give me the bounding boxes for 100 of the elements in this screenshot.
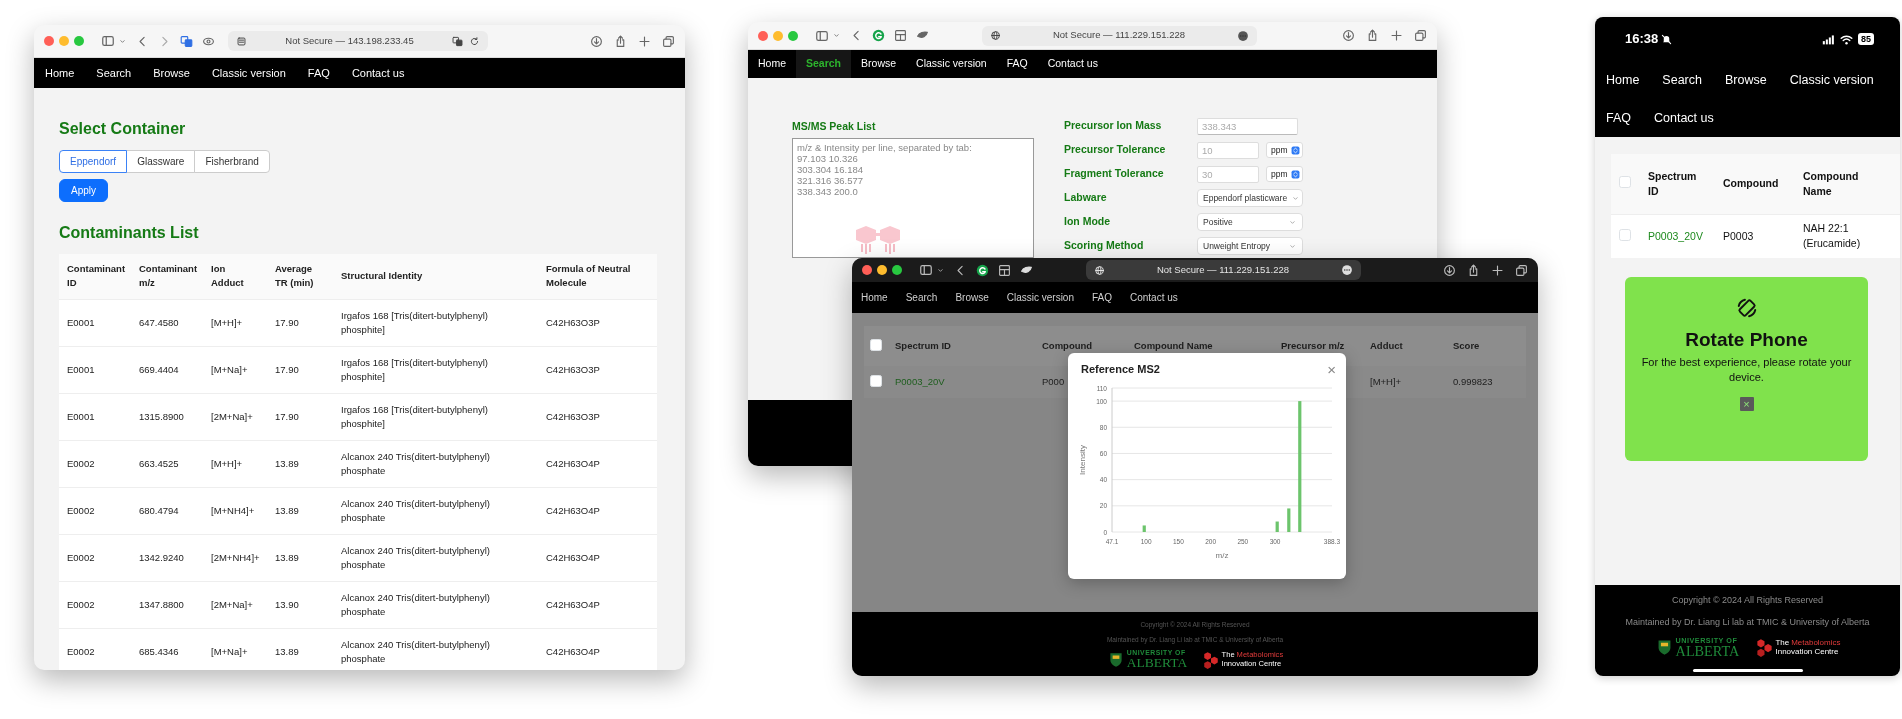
select-all-checkbox[interactable] (1619, 176, 1631, 189)
tabs-icon[interactable] (662, 34, 675, 48)
nav-link[interactable]: Contact us (340, 58, 416, 88)
table-cell: NAH 22:1 (Erucamide) (1803, 222, 1861, 250)
nav-link[interactable]: Contact us (1121, 282, 1187, 313)
row-checkbox[interactable] (870, 374, 882, 387)
reload-icon[interactable] (469, 35, 480, 47)
hexagon-cluster-icon (1754, 638, 1774, 658)
nav-link[interactable]: FAQ (1083, 282, 1121, 313)
nav-link[interactable]: Home (852, 282, 897, 313)
unit-select[interactable]: ppm (1266, 142, 1303, 158)
table-cell: [M+Na]+ (203, 346, 267, 393)
download-icon[interactable] (1443, 263, 1456, 277)
nav-link[interactable]: Classic version (906, 50, 997, 78)
window-close-button[interactable] (758, 30, 768, 41)
share-icon[interactable] (1467, 263, 1480, 277)
circle-logo-icon[interactable] (976, 263, 989, 277)
peak-list-field[interactable]: m/z & Intensity per line, separated by tab: 97.103 10.326 303.304 16.184 321.316 36.577 338.343 200.0 (792, 138, 1034, 258)
more-icon[interactable] (1237, 29, 1249, 42)
layout-icon[interactable] (894, 29, 907, 42)
new-tab-icon[interactable] (638, 34, 651, 48)
spectrum-link[interactable]: P0003_20V (1648, 229, 1703, 242)
battery-indicator: 85 (1858, 33, 1874, 45)
table-cell: C42H63O3P (538, 299, 657, 346)
container-tab[interactable]: Eppendorf (59, 150, 128, 173)
table-cell: Alcanox 240 Tris(ditert-butylphenyl) phosphate (333, 628, 538, 670)
tabs-icon[interactable] (1515, 263, 1528, 277)
table-cell: Irgafos 168 [Tris(ditert-butylphenyl) phosphite] (333, 346, 538, 393)
window-zoom-button[interactable] (892, 265, 902, 275)
table-cell: 13.89 (267, 534, 333, 581)
address-bar[interactable]: Not Secure — 111.229.151.228 (1086, 260, 1361, 280)
window-close-button[interactable] (862, 265, 872, 275)
table-cell: E0002 (59, 581, 131, 628)
nav-link[interactable]: Contact us (1037, 50, 1108, 78)
nav-link[interactable]: Home (1595, 61, 1652, 99)
nav-link[interactable]: Home (748, 50, 796, 78)
nav-link[interactable]: Contact us (1643, 99, 1726, 137)
rotate-phone-icon (1735, 297, 1758, 319)
container-tab[interactable]: Fisherbrand (194, 150, 270, 173)
window-minimize-button[interactable] (877, 265, 887, 275)
apply-button[interactable]: Apply (59, 179, 108, 202)
table-cell: 17.90 (267, 393, 333, 440)
dropdown[interactable]: Positive (1197, 213, 1303, 231)
translate-icon[interactable] (180, 34, 193, 48)
sidebar-icon[interactable] (101, 34, 115, 48)
unit-select[interactable]: ppm (1266, 166, 1303, 182)
new-tab-icon[interactable] (1390, 29, 1403, 42)
nav-link[interactable]: Browse (946, 282, 998, 313)
nav-link[interactable]: Browse (1713, 61, 1779, 99)
dropdown[interactable]: Unweight Entropy (1197, 237, 1303, 255)
table-cell: Alcanox 240 Tris(ditert-butylphenyl) phosphate (333, 487, 538, 534)
nav-link[interactable]: Home (34, 58, 86, 88)
nav-link[interactable]: Browse (142, 58, 201, 88)
nav-link[interactable]: Search (85, 58, 143, 88)
nav-link[interactable]: Classic version (997, 282, 1083, 313)
nav-link[interactable]: FAQ (296, 58, 341, 88)
nav-link[interactable]: Browse (851, 50, 907, 78)
download-icon[interactable] (1342, 29, 1355, 42)
nav-link[interactable]: Search (796, 50, 852, 78)
container-tab[interactable]: Glassware (126, 150, 196, 173)
table-cell: Alcanox 240 Tris(ditert-butylphenyl) phosphate (333, 581, 538, 628)
copyright-text: Copyright © 2024 All Rights Reserved (1671, 594, 1824, 607)
share-icon[interactable] (1366, 29, 1379, 42)
table-cell: C42H63O3P (538, 393, 657, 440)
table-cell: 685.4346 (131, 628, 203, 670)
globe-icon (990, 30, 1001, 41)
more-icon[interactable] (1341, 264, 1353, 276)
window-close-button[interactable] (44, 36, 54, 46)
translate-icon[interactable] (452, 35, 463, 47)
tolerance-field[interactable]: 30 (1197, 165, 1259, 183)
field-label: Precursor Ion Mass (1064, 118, 1163, 134)
table-cell: E0002 (59, 440, 131, 487)
select-all-checkbox[interactable] (870, 338, 882, 351)
logo-text: ALBERTA (1675, 644, 1740, 659)
table-cell: 17.90 (267, 346, 333, 393)
sidebar-icon[interactable] (815, 28, 829, 43)
stepper-icon (1290, 145, 1300, 155)
nav-link[interactable]: FAQ (996, 50, 1038, 78)
nav-link[interactable]: Classic version (1778, 61, 1886, 99)
table-cell: 17.90 (267, 299, 333, 346)
new-tab-icon[interactable] (1491, 263, 1504, 277)
table-cell: [M+H]+ (203, 299, 267, 346)
share-icon[interactable] (614, 34, 627, 48)
sidebar-icon[interactable] (919, 263, 933, 277)
tabs-icon[interactable] (1414, 29, 1427, 42)
address-bar[interactable]: Not Secure — 143.198.233.45 (228, 31, 488, 51)
nav-link[interactable]: Classic version (200, 58, 297, 88)
row-checkbox[interactable] (1619, 228, 1631, 241)
precursor-mass-field[interactable]: 338.343 (1197, 117, 1298, 135)
layout-icon[interactable] (998, 263, 1011, 277)
tolerance-field[interactable]: 10 (1197, 141, 1259, 159)
nav-link[interactable]: Search (896, 282, 947, 313)
address-text: Not Secure — 143.198.233.45 (284, 33, 415, 48)
nav-link[interactable]: Search (1651, 61, 1714, 99)
nav-link[interactable]: FAQ (1595, 99, 1643, 137)
column-header: Contaminant m/z (131, 254, 203, 299)
address-bar[interactable]: Not Secure — 111.229.151.228 (982, 25, 1257, 46)
download-icon[interactable] (590, 34, 603, 48)
close-button[interactable]: × (1739, 397, 1754, 411)
dropdown[interactable]: Eppendorf plasticware (1197, 189, 1303, 207)
